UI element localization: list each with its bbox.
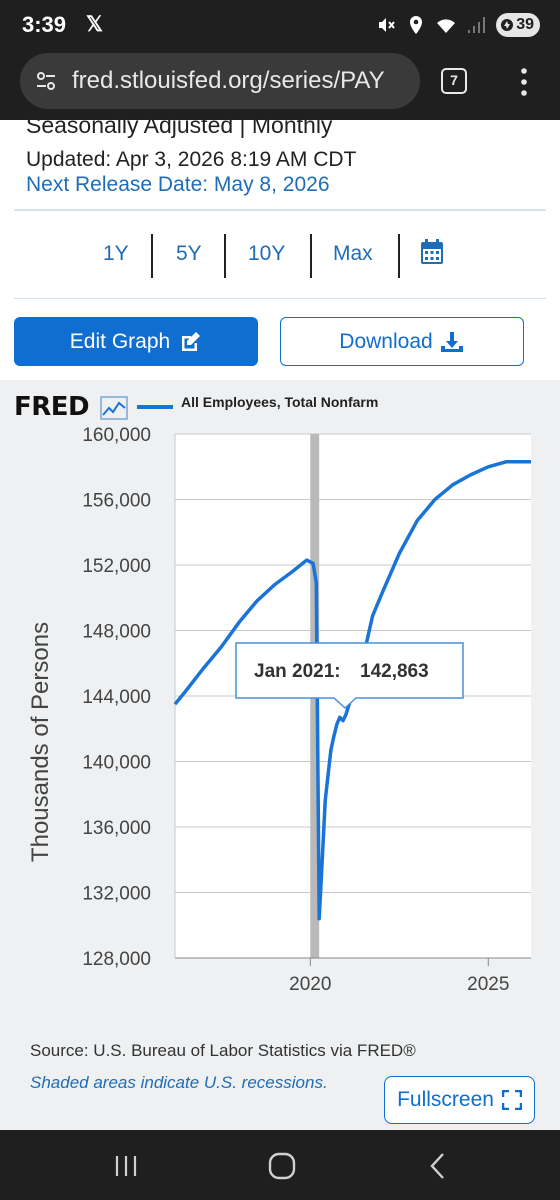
x-tick-label: 2020 — [289, 974, 331, 995]
recession-note-link[interactable]: Shaded areas indicate U.S. recessions. — [30, 1073, 328, 1093]
seasonal-text: Seasonally Adjusted | Monthly — [26, 112, 333, 138]
range-10y-button[interactable]: 10Y — [248, 242, 285, 266]
mute-icon — [379, 18, 395, 32]
download-label: Download — [339, 329, 433, 353]
updated-date: Updated: Apr 3, 2026 8:19 AM CDT — [26, 148, 357, 171]
y-tick-label: 160,000 — [82, 425, 151, 446]
tooltip-value: 142,863 — [360, 661, 429, 682]
home-icon[interactable] — [268, 1152, 296, 1180]
url-bar[interactable]: fred.stlouisfed.org/series/PAY — [20, 53, 420, 109]
y-tick-label: 144,000 — [82, 687, 151, 708]
download-button[interactable]: Download — [280, 317, 524, 366]
range-divider — [151, 234, 153, 278]
y-tick-label: 148,000 — [82, 622, 151, 643]
site-settings-icon[interactable] — [34, 69, 58, 93]
signal-icon — [468, 17, 486, 33]
tabs-icon[interactable]: 7 — [441, 68, 467, 94]
calendar-icon[interactable] — [420, 238, 444, 266]
battery-level: 39 — [516, 16, 534, 33]
source-text: Source: U.S. Bureau of Labor Statistics … — [30, 1041, 416, 1060]
line-chart[interactable]: 160,000 156,000 152,000 148,000 144,000 140,0… — [0, 420, 560, 1040]
url-text[interactable]: fred.stlouisfed.org/series/PAY — [72, 67, 412, 95]
y-axis-label: Thousands of Persons — [27, 622, 54, 862]
fred-chart-icon — [100, 396, 128, 420]
recent-apps-icon[interactable] — [114, 1154, 138, 1178]
y-tick-label: 152,000 — [82, 556, 151, 577]
legend-label: All Employees, Total Nonfarm — [181, 394, 379, 410]
fullscreen-icon — [501, 1090, 522, 1110]
y-tick-label: 132,000 — [82, 884, 151, 905]
browser-chrome: 3:39 𝕏 39 fred.stlouisfed.org/series/PAY… — [0, 0, 560, 120]
range-divider — [398, 234, 400, 278]
edit-icon — [182, 331, 201, 351]
wifi-6-icon — [437, 19, 456, 33]
y-tick-label: 128,000 — [82, 949, 151, 970]
status-time: 3:39 — [22, 12, 67, 37]
data-tooltip: Jan 2021: 142,863 — [235, 642, 464, 710]
status-icons: 39 — [376, 12, 540, 38]
edit-graph-button[interactable]: Edit Graph — [14, 317, 258, 366]
location-icon — [410, 16, 423, 34]
next-release-date[interactable]: Next Release Date: May 8, 2026 — [26, 173, 330, 197]
page-content: Seasonally Adjusted | Monthly Updated: A… — [0, 112, 560, 1130]
range-5y-button[interactable]: 5Y — [176, 242, 202, 266]
tooltip-date: Jan 2021: — [254, 661, 341, 682]
fred-logo: FRED — [14, 392, 90, 422]
battery-saver-icon — [501, 19, 514, 31]
divider — [14, 209, 546, 211]
range-divider — [224, 234, 226, 278]
fullscreen-label: Fullscreen — [397, 1088, 494, 1111]
status-bar: 3:39 𝕏 39 — [0, 0, 560, 50]
back-icon[interactable] — [428, 1152, 448, 1180]
fullscreen-button[interactable]: Fullscreen — [384, 1076, 535, 1124]
download-icon — [440, 331, 463, 352]
range-1y-button[interactable]: 1Y — [103, 242, 129, 266]
x-tick-label: 2025 — [467, 974, 509, 995]
range-selector: 1Y 5Y 10Y Max — [0, 228, 560, 280]
android-nav-bar — [0, 1130, 560, 1200]
y-tick-label: 136,000 — [82, 818, 151, 839]
y-tick-label: 156,000 — [82, 491, 151, 512]
range-max-button[interactable]: Max — [333, 242, 373, 266]
battery-icon: 39 — [496, 13, 540, 37]
x-notification-icon: 𝕏 — [86, 13, 103, 36]
chart-panel: FRED All Employees, Total Nonfarm 160,00… — [0, 380, 560, 1130]
divider — [14, 298, 546, 299]
legend-line — [137, 405, 173, 409]
y-tick-label: 140,000 — [82, 753, 151, 774]
more-options-icon[interactable] — [516, 66, 532, 98]
range-divider — [310, 234, 312, 278]
edit-graph-label: Edit Graph — [69, 329, 171, 353]
